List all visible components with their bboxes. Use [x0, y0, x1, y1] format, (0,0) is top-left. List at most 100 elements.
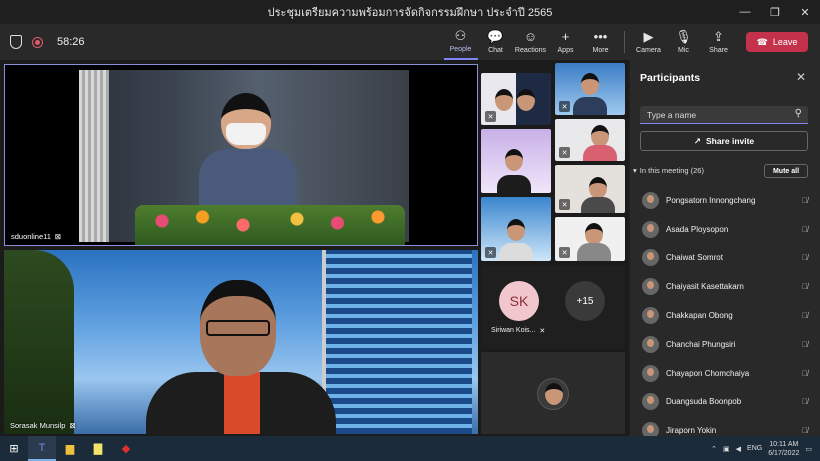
more-button[interactable]: ••• More	[584, 24, 618, 60]
close-icon[interactable]: ✕	[796, 70, 806, 84]
video-tile[interactable]: ✕	[555, 217, 625, 261]
title-bar: ประชุมเตรียมความพร้อมการจัดกิจกรรมฝึกษา …	[0, 0, 820, 24]
participant-name: Duangsuda Boonpob	[666, 397, 742, 407]
notification-icon[interactable]: ▭	[805, 445, 812, 453]
chevron-down-icon: ▾	[633, 166, 637, 175]
video-tile[interactable]: ✕	[555, 119, 625, 161]
participant-name: Jiraporn Yokin	[666, 426, 717, 436]
meeting-timer: 58:26	[57, 36, 85, 48]
participant-row[interactable]: Duangsuda Boonpob 🎙̸	[630, 388, 820, 417]
participant-row[interactable]: Chayapon Chomchaiya 🎙̸	[630, 359, 820, 388]
window-close-button[interactable]: ✕	[790, 0, 820, 24]
mic-off-icon: ✕	[485, 111, 496, 122]
share-invite-button[interactable]: ↗ Share invite	[640, 131, 808, 151]
camera-button[interactable]: ▶ Camera	[632, 24, 666, 60]
avatar	[642, 307, 659, 325]
minimize-button[interactable]: —	[730, 0, 760, 24]
mic-off-icon[interactable]: 🎙̸	[802, 340, 808, 349]
volume-icon[interactable]: ◀	[736, 445, 741, 453]
video-tile[interactable]: ✕	[481, 73, 551, 125]
participant-name: Chaiwat Somrot	[666, 253, 723, 263]
speaker-figure	[146, 280, 336, 434]
avatar	[642, 335, 659, 353]
participant-row[interactable]: Chaiwat Somrot 🎙̸	[630, 244, 820, 273]
chat-button[interactable]: 💬 Chat	[479, 24, 513, 60]
participants-panel: Participants ✕ Type a name ⚲ ↗ Share inv…	[630, 60, 820, 440]
avatar	[642, 249, 659, 267]
video-tile[interactable]: ✕	[481, 197, 551, 261]
mic-off-icon[interactable]: 🎙̸	[802, 225, 808, 234]
people-button[interactable]: ⚇ People	[443, 24, 478, 60]
shield-icon[interactable]	[10, 35, 22, 49]
search-input[interactable]: Type a name ⚲	[640, 106, 808, 124]
window-controls: — ❐ ✕	[730, 0, 820, 24]
video-tile-sorasak[interactable]: Sorasak Munsilp ⊠	[4, 250, 478, 434]
teams-icon[interactable]: T	[28, 436, 56, 461]
participant-name-label: sduonline11 ⊠	[11, 232, 62, 241]
participant-row[interactable]: Chakkapan Obong 🎙̸	[630, 301, 820, 330]
mic-off-icon[interactable]: 🎙̸	[802, 196, 808, 205]
participant-row[interactable]: Pongsatorn Innongchang 🎙̸	[630, 186, 820, 215]
mic-button[interactable]: 🎙 Mic	[667, 24, 701, 60]
share-invite-icon: ↗	[693, 135, 701, 146]
mic-off-icon: ✕	[559, 247, 570, 258]
search-icon: ⚲	[794, 108, 802, 119]
toolbar-divider	[624, 31, 625, 53]
curtain	[79, 70, 109, 242]
flower-arrangement	[135, 205, 405, 245]
language-indicator[interactable]: ENG	[747, 445, 762, 452]
chevron-up-icon[interactable]: ⌃	[711, 445, 717, 453]
participant-row[interactable]: Asada Ploysopon 🎙̸	[630, 215, 820, 244]
participant-row[interactable]: Chanchai Phungsiri 🎙̸	[630, 330, 820, 359]
reactions-icon: ☺	[523, 29, 538, 44]
windows-start-icon[interactable]: ⊞	[0, 436, 28, 461]
mute-all-button[interactable]: Mute all	[764, 164, 808, 178]
clock[interactable]: 10:11 AM 6/17/2022	[768, 440, 799, 458]
panel-title: Participants	[640, 72, 701, 84]
people-icon: ⚇	[454, 28, 467, 43]
mic-off-icon[interactable]: 🎙̸	[802, 253, 808, 262]
video-tile[interactable]	[481, 129, 551, 193]
mic-off-icon[interactable]: 🎙̸	[802, 397, 808, 406]
windows-taskbar: ⊞ T ▆ ▇ ◆ ⌃ ▣ ◀ ENG 10:11 AM 6/17/2022 ▭	[0, 436, 820, 461]
video-tile-sduonline11[interactable]: sduonline11 ⊠	[4, 64, 478, 246]
file-explorer-icon[interactable]: ▆	[56, 436, 84, 461]
in-meeting-toggle[interactable]: ▾ In this meeting (26)	[633, 166, 704, 175]
mic-off-icon: 🎙	[675, 29, 692, 44]
mic-off-icon[interactable]: 🎙̸	[802, 426, 808, 435]
avatar-sk[interactable]: SK	[499, 281, 539, 321]
video-tile[interactable]: ✕	[555, 165, 625, 213]
sticky-notes-icon[interactable]: ▇	[84, 436, 112, 461]
video-stage: sduonline11 ⊠ Sorasak Munsilp ⊠ ✕ ✕ ✕ ✕ …	[0, 60, 628, 436]
self-video-tile[interactable]	[481, 352, 625, 434]
participant-name: Chanchai Phungsiri	[666, 339, 736, 349]
search-placeholder: Type a name	[647, 110, 697, 120]
video-tile[interactable]: ✕	[555, 63, 625, 115]
building-background	[322, 250, 472, 434]
mic-off-icon: ✕	[559, 101, 570, 112]
participant-row[interactable]: Chaiyasit Kasettakarn 🎙̸	[630, 272, 820, 301]
network-icon[interactable]: ▣	[723, 445, 730, 453]
camera-icon: ▶	[643, 29, 654, 44]
mic-off-icon[interactable]: 🎙̸	[802, 282, 808, 291]
participant-name: Chayapon Chomchaiya	[666, 368, 750, 378]
more-participants-button[interactable]: +15	[565, 281, 605, 321]
participant-name-label: Sorasak Munsilp ⊠	[10, 421, 76, 430]
restore-button[interactable]: ❐	[760, 0, 790, 24]
recording-icon	[32, 36, 43, 48]
mic-off-icon: ✕	[559, 199, 570, 210]
mic-off-icon[interactable]: 🎙̸	[802, 311, 808, 320]
reactions-button[interactable]: ☺ Reactions	[514, 24, 548, 60]
participant-name: Chakkapan Obong	[666, 311, 733, 321]
avatar	[642, 220, 659, 238]
avatar	[642, 191, 659, 209]
share-button[interactable]: ⇪ Share	[702, 24, 736, 60]
apps-button[interactable]: + Apps	[549, 24, 583, 60]
pin-icon: ⊠	[69, 421, 76, 430]
leave-button[interactable]: ☎ Leave	[746, 32, 808, 52]
apps-icon: +	[561, 29, 570, 44]
avatar	[642, 393, 659, 411]
participant-name: Asada Ploysopon	[666, 224, 729, 234]
mic-off-icon[interactable]: 🎙̸	[802, 369, 808, 378]
acrobat-icon[interactable]: ◆	[112, 436, 140, 461]
